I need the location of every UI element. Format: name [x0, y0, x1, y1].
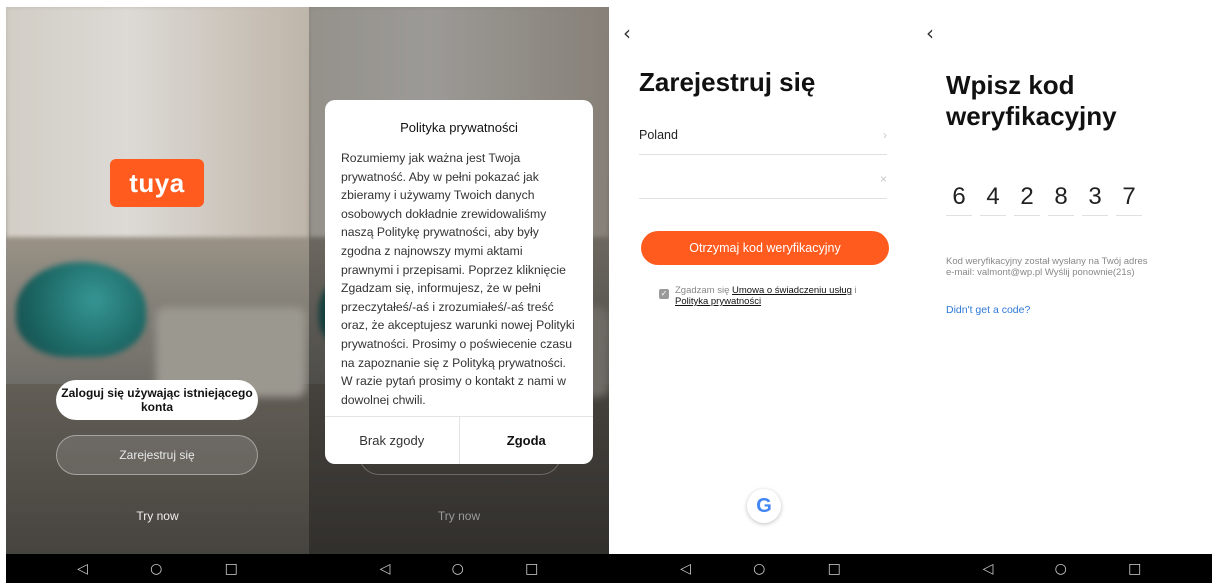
nav-recents-icon[interactable]: □ [1128, 561, 1141, 577]
code-digit: 3 [1082, 182, 1108, 216]
decline-button[interactable]: Brak zgody [325, 417, 459, 464]
nav-recents-icon[interactable]: □ [828, 561, 841, 577]
system-nav-bar: ◁ ○ □ [309, 554, 609, 583]
google-login-icon[interactable]: G [747, 489, 781, 523]
page-title: Wpisz kod weryfikacyjny [946, 70, 1117, 132]
email-field[interactable]: × [639, 159, 887, 199]
code-digit: 6 [946, 182, 972, 216]
privacy-policy-dialog: Polityka prywatności Rozumiemy jak ważna… [325, 100, 593, 464]
privacy-screen: Try now Polityka prywatności Rozumiemy j… [309, 7, 609, 583]
nav-back-icon[interactable]: ◁ [983, 561, 994, 577]
country-selector[interactable]: Poland › [639, 115, 887, 155]
nav-home-icon[interactable]: ○ [1055, 561, 1067, 577]
back-icon[interactable]: ‹ [926, 21, 934, 45]
code-digit: 2 [1014, 182, 1040, 216]
no-code-link[interactable]: Didn't get a code? [946, 304, 1030, 316]
nav-recents-icon[interactable]: □ [525, 561, 538, 577]
system-nav-bar: ◁ ○ □ [912, 554, 1212, 583]
get-code-button[interactable]: Otrzymaj kod weryfikacyjny [641, 231, 889, 265]
system-nav-bar: ◁ ○ □ [609, 554, 912, 583]
nav-back-icon[interactable]: ◁ [680, 561, 691, 577]
nav-back-icon[interactable]: ◁ [77, 561, 88, 577]
terms-agreement: ✓ Zgadzam się Umowa o świadczeniu usług … [659, 285, 899, 307]
nav-home-icon[interactable]: ○ [753, 561, 765, 577]
dialog-text: Rozumiemy jak ważna jest Twoja prywatnoś… [341, 151, 575, 405]
nav-home-icon[interactable]: ○ [452, 561, 464, 577]
agree-and-text: i [854, 285, 857, 296]
country-value: Poland [639, 127, 678, 142]
verification-screen: ‹ Wpisz kod weryfikacyjny 6 4 2 8 3 7 Ko… [912, 7, 1212, 583]
code-digit: 8 [1048, 182, 1074, 216]
login-existing-account-button[interactable]: Zaloguj się używając istniejącego konta [56, 380, 258, 420]
try-now-link[interactable]: Try now [6, 509, 309, 523]
agree-button[interactable]: Zgoda [458, 417, 594, 464]
title-line-1: Wpisz kod [946, 70, 1075, 100]
code-digit: 4 [980, 182, 1006, 216]
nav-back-icon[interactable]: ◁ [380, 561, 391, 577]
title-line-2: weryfikacyjny [946, 101, 1117, 131]
verification-code-input[interactable]: 6 4 2 8 3 7 [946, 182, 1142, 216]
nav-recents-icon[interactable]: □ [225, 561, 238, 577]
agree-text: Zgadzam się [675, 285, 730, 296]
tuya-logo: tuya [110, 159, 204, 207]
code-digit: 7 [1116, 182, 1142, 216]
register-screen: ‹ Zarejestruj się Poland › × Otrzymaj ko… [609, 7, 912, 583]
privacy-link[interactable]: Polityka prywatności [675, 296, 761, 307]
page-title: Zarejestruj się [639, 67, 816, 97]
dialog-actions: Brak zgody Zgoda [325, 416, 593, 464]
info-line-2: e-mail: valmont@wp.pl Wyślij ponownie(21… [946, 267, 1135, 278]
dialog-title: Polityka prywatności [400, 120, 518, 135]
clear-icon[interactable]: × [880, 172, 887, 186]
checkbox[interactable]: ✓ [659, 289, 669, 299]
info-line-1: Kod weryfikacyjny został wysłany na Twój… [946, 256, 1148, 267]
back-icon[interactable]: ‹ [623, 21, 631, 45]
code-sent-info: Kod weryfikacyjny został wysłany na Twój… [946, 256, 1196, 278]
try-now-link: Try now [437, 509, 481, 523]
chevron-right-icon: › [883, 127, 887, 142]
system-nav-bar: ◁ ○ □ [6, 554, 309, 583]
nav-home-icon[interactable]: ○ [150, 561, 162, 577]
terms-link[interactable]: Umowa o świadczeniu usług [732, 285, 852, 296]
register-button[interactable]: Zarejestruj się [56, 435, 258, 475]
landing-screen: tuya Zaloguj się używając istniejącego k… [6, 7, 309, 583]
